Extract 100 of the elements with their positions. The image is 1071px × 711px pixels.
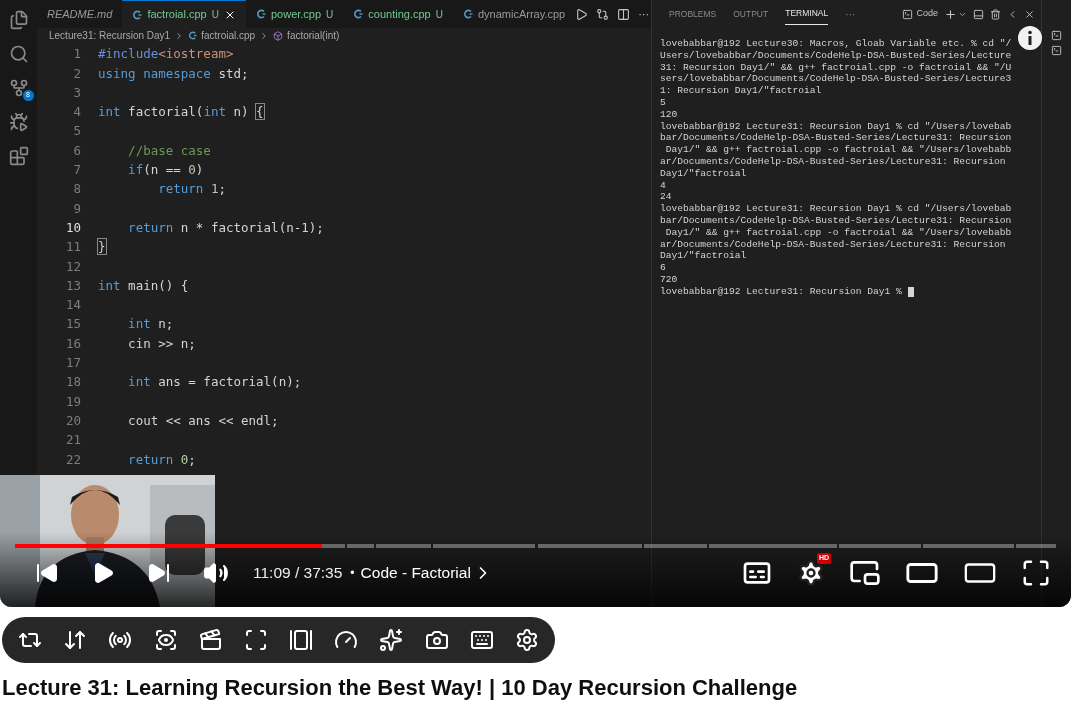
code-line: return 0;: [127, 450, 196, 469]
editor-tab[interactable]: README.md: [37, 0, 123, 28]
line-number: 11: [64, 238, 81, 257]
line-number: 10: [64, 218, 81, 237]
extensions-icon[interactable]: [8, 146, 29, 166]
line-number: 6: [72, 141, 81, 160]
code-line: if(n == 0): [127, 161, 204, 180]
info-icon[interactable]: [1018, 26, 1042, 50]
terminal-line: Day1/"factroial: [660, 250, 747, 263]
cpp-file-icon: [188, 31, 198, 40]
sort-arrows-icon[interactable]: [63, 628, 88, 652]
run-icon[interactable]: [575, 7, 589, 21]
git-status-letter: U: [326, 7, 334, 22]
terminal-icon[interactable]: [1051, 45, 1062, 56]
code-line: return n * factorial(n-1);: [127, 218, 324, 237]
breadcrumb-item[interactable]: factorial(int): [287, 28, 340, 43]
line-number: 20: [64, 411, 81, 430]
video-title: Lecture 31: Learning Recursion the Best Way! | 10 Day Recursion Challenge: [2, 674, 799, 702]
code-line: int ans = factorial(n);: [127, 373, 302, 392]
settings-icon[interactable]: [514, 628, 539, 652]
editor-tab[interactable]: factroial.cpp U: [122, 0, 246, 28]
line-number: 8: [72, 180, 81, 199]
terminal-line: lovebabbar@192 Lecture31: Recursion Day1 % cd "/Users/lovebab: [660, 120, 1012, 133]
terminal-line: 31: Recursion Day1/" && g++ factroial.cpp -o factroial && "/U: [660, 61, 1012, 74]
panel-tab[interactable]: OUTPUT: [733, 3, 769, 25]
cpp-file-icon: [132, 9, 143, 20]
terminal-line: sers/lovebabbar/Documents/CodeHelp-DSA-Busted-Series/Lecture3: [660, 73, 1012, 86]
line-number: 22: [64, 450, 81, 469]
settings-icon[interactable]: [797, 559, 825, 587]
git-status-letter: U: [435, 7, 443, 22]
breadcrumb-item[interactable]: Lecture31: Recursion Day1: [49, 28, 171, 43]
panel-tab[interactable]: TERMINAL: [785, 3, 829, 25]
more-actions[interactable]: ···: [845, 6, 856, 22]
camera-icon[interactable]: [424, 628, 449, 652]
line-number: 7: [72, 161, 81, 180]
terminal-line: bar/Documents/CodeHelp-DSA-Busted-Series/Lecture31: Recursion: [660, 214, 1012, 227]
line-number: 16: [64, 334, 81, 353]
split-panel-icon[interactable]: [973, 8, 984, 20]
code-line: #include<iostream>: [98, 45, 234, 64]
editor-tab[interactable]: power.cpp U: [245, 0, 344, 28]
terminal-line: Day1/"factroial: [660, 167, 747, 180]
volume-icon[interactable]: [203, 560, 229, 586]
trash-icon[interactable]: [990, 8, 1001, 20]
more-actions[interactable]: ···: [638, 5, 650, 23]
terminal-line: 5: [660, 97, 666, 109]
line-number: 18: [64, 373, 81, 392]
sparkle-icon[interactable]: [379, 628, 404, 652]
line-number: 1: [72, 45, 81, 64]
code-line: using namespace std;: [98, 64, 249, 83]
code-line: cin >> n;: [127, 334, 196, 353]
code-line: int factorial(int n) {: [98, 103, 264, 122]
search-icon[interactable]: [8, 44, 29, 64]
fullscreen-icon[interactable]: [1021, 558, 1051, 588]
run-debug-icon[interactable]: [8, 112, 29, 132]
cpp-file-icon: [462, 9, 473, 19]
terminal-name[interactable]: Code: [916, 7, 938, 21]
terminal-line: 1: Recursion Day1/"factroial: [660, 85, 822, 97]
panel-tab[interactable]: PROBLEMS: [669, 3, 717, 25]
line-number: 17: [64, 354, 81, 372]
code-line: //base case: [127, 141, 211, 160]
code-line: cout << ans << endl;: [127, 411, 279, 430]
code-line: }: [98, 238, 106, 257]
filmstrip-icon[interactable]: [289, 628, 314, 652]
separator-dot: •: [350, 565, 355, 582]
git-status-letter: U: [211, 8, 219, 22]
source-control-icon[interactable]: [8, 78, 29, 98]
terminal-line: bar/Documents/CodeHelp-DSA-Busted-Series/Lecture31: Recursion: [660, 132, 1012, 145]
code-line: return 1;: [157, 180, 226, 199]
terminal-line: ar/Documents/CodeHelp-DSA-Busted-Series/Lecture31: Recursion: [660, 238, 1006, 251]
line-number: 4: [72, 103, 81, 122]
frame-icon[interactable]: [243, 628, 268, 652]
files-icon[interactable]: [8, 10, 29, 30]
terminal-icon[interactable]: [1051, 30, 1062, 41]
time-display: 11:09 / 37:35: [253, 563, 343, 584]
keyboard-icon[interactable]: [469, 628, 494, 652]
breadcrumb-item[interactable]: factroial.cpp: [201, 28, 256, 43]
line-number: 9: [72, 199, 81, 218]
close-icon[interactable]: [1024, 8, 1035, 20]
clapperboard-icon[interactable]: [198, 628, 223, 652]
code-line: int n;: [127, 315, 174, 334]
terminal-line: Day1/" && g++ factroial.cpp -o factroial && "/Users/lovebabb: [664, 144, 1012, 156]
line-number: 2: [72, 64, 81, 83]
compare-icon[interactable]: [596, 7, 610, 21]
line-number: 21: [64, 431, 81, 450]
progress-track[interactable]: [15, 544, 1056, 548]
eye-icon[interactable]: [153, 628, 178, 652]
previous-icon[interactable]: [35, 561, 59, 585]
terminal-line: Users/lovebabbar/Documents/CodeHelp-DSA-Busted-Series/Lecture: [660, 49, 1012, 62]
chapter-title[interactable]: Code - Factorial: [360, 561, 471, 585]
line-number: 13: [64, 276, 81, 295]
line-number: 19: [64, 392, 81, 411]
editor-tab[interactable]: dynamicArray.cpp: [452, 0, 576, 28]
editor-tab[interactable]: counting.cpp U: [343, 0, 453, 28]
line-number: 15: [64, 315, 81, 334]
line-number: 3: [72, 83, 81, 102]
add-terminal-icon[interactable]: [944, 7, 957, 21]
terminal-icon: [902, 8, 914, 20]
terminal-line: 24: [660, 191, 672, 204]
next-icon[interactable]: [147, 561, 171, 585]
split-editor-icon[interactable]: [617, 7, 631, 21]
